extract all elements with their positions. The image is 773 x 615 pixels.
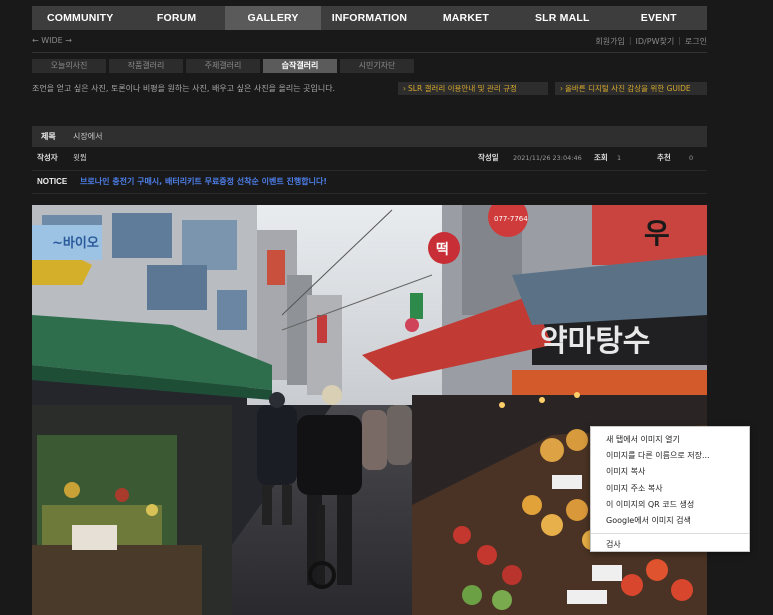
tab-works-gallery[interactable]: 작품갤러리	[109, 59, 183, 73]
tab-citizen-reporters[interactable]: 시민기자단	[340, 59, 414, 73]
market-street-photo: ~바이오 077-7764 떡 약마탕수 우	[32, 205, 707, 615]
notice-bar: NOTICE 브로나인 충전기 구매시, 배터리키트 무료증정 선착순 이벤트 …	[32, 170, 707, 194]
menu-inspect[interactable]: 검사	[591, 537, 749, 553]
recommend-count: 0	[689, 154, 694, 162]
login-link[interactable]: 로그인	[685, 36, 707, 47]
find-account-link[interactable]: ID/PW찾기	[636, 36, 675, 47]
menu-save-image-as[interactable]: 이미지를 다른 이름으로 저장...	[591, 448, 749, 464]
views-label: 조회	[594, 153, 608, 162]
arrow-right-icon: ›	[403, 84, 406, 93]
gallery-description: 조언을 얻고 싶은 사진, 토론이나 비평을 원하는 사진, 배우고 싶은 사진…	[32, 84, 336, 93]
sign-text-shop: 약마탕수	[540, 324, 650, 359]
post-title: 시장에서	[73, 132, 103, 141]
nav-gallery[interactable]: GALLERY	[224, 6, 322, 30]
separator: |	[678, 36, 681, 45]
image-context-menu: 새 탭에서 이미지 열기 이미지를 다른 이름으로 저장... 이미지 복사 이…	[590, 426, 750, 552]
recommend-label: 추천	[657, 153, 671, 162]
post-date: 2021/11/26 23:04:46	[513, 154, 582, 162]
gallery-tabs: 오늘의사진 작품갤러리 주제갤러리 습작갤러리 시민기자단	[32, 59, 414, 73]
post-title-bar: 제목 시장에서	[32, 126, 707, 147]
tab-theme-gallery[interactable]: 주제갤러리	[186, 59, 260, 73]
date-label: 작성일	[478, 153, 499, 162]
menu-separator	[591, 533, 749, 535]
notice-link[interactable]: 브로나인 충전기 구매시, 배터리키트 무료증정 선착순 이벤트 진행합니다!	[80, 171, 327, 193]
main-nav: COMMUNITY FORUM GALLERY INFORMATION MARK…	[32, 6, 707, 30]
views-count: 1	[617, 154, 622, 162]
menu-copy-image[interactable]: 이미지 복사	[591, 464, 749, 480]
user-links: 회원가입 | ID/PW찾기 | 로그인	[595, 36, 707, 47]
separator: |	[628, 36, 632, 45]
menu-open-image-new-tab[interactable]: 새 탭에서 이미지 열기	[591, 432, 749, 448]
sign-text-top-right: 우	[644, 217, 670, 250]
viewing-guide-button[interactable]: › 올바른 디지털 사진 감상을 위한 GUIDE	[555, 82, 707, 95]
sign-text-phone: 077-7764	[494, 215, 528, 223]
tab-practice-gallery[interactable]: 습작갤러리	[263, 59, 337, 73]
nav-community[interactable]: COMMUNITY	[32, 6, 128, 30]
menu-create-qr-code[interactable]: 이 이미지의 QR 코드 생성	[591, 497, 749, 513]
post-photo[interactable]: ~바이오 077-7764 떡 약마탕수 우	[32, 205, 707, 615]
viewing-guide-label: 올바른 디지털 사진 감상을 위한 GUIDE	[565, 84, 691, 93]
sign-text-round: 떡	[436, 241, 449, 258]
tab-today-photo[interactable]: 오늘의사진	[32, 59, 106, 73]
nav-information[interactable]: INFORMATION	[321, 6, 417, 30]
sub-bar: ← WIDE → 회원가입 | ID/PW찾기 | 로그인	[32, 34, 707, 48]
signup-link[interactable]: 회원가입	[595, 36, 624, 47]
divider	[32, 52, 707, 53]
arrow-right-icon: ›	[560, 84, 563, 93]
wide-toggle-link[interactable]: ← WIDE →	[32, 36, 72, 45]
notice-label: NOTICE	[37, 177, 68, 186]
nav-slr-mall[interactable]: SLR MALL	[514, 6, 610, 30]
menu-copy-image-address[interactable]: 이미지 주소 복사	[591, 481, 749, 497]
nav-event[interactable]: EVENT	[611, 6, 707, 30]
nav-market[interactable]: MARKET	[418, 6, 514, 30]
rules-guide-button[interactable]: › SLR 갤러리 이용안내 및 관리 규정	[398, 82, 548, 95]
author-label: 작성자	[37, 153, 58, 162]
title-label: 제목	[41, 132, 56, 141]
sign-text-top-left: ~바이오	[52, 235, 99, 251]
menu-search-google[interactable]: Google에서 이미지 검색	[591, 513, 749, 529]
author-name[interactable]: 윗뭡	[73, 150, 87, 166]
rules-guide-label: SLR 갤러리 이용안내 및 관리 규정	[408, 84, 517, 93]
nav-forum[interactable]: FORUM	[128, 6, 224, 30]
post-meta: 작성자 윗뭡 작성일 2021/11/26 23:04:46 조회 1 추천 0	[32, 150, 707, 166]
